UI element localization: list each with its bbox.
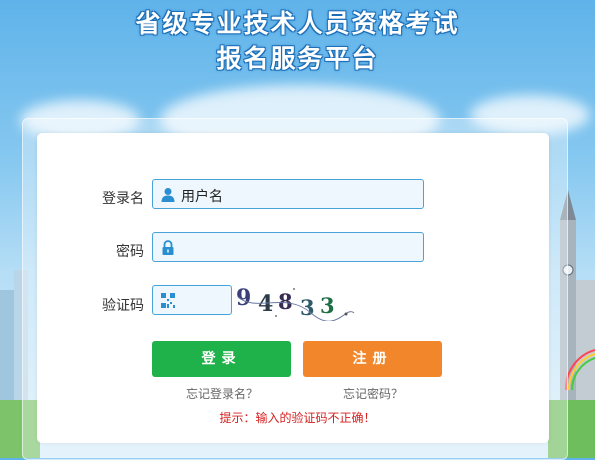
captcha-input[interactable] — [152, 285, 232, 315]
login-button[interactable]: 登录 — [152, 341, 291, 377]
password-label: 密码 — [116, 244, 144, 260]
svg-text:8: 8 — [278, 289, 293, 314]
lock-icon — [162, 240, 174, 255]
captcha-image[interactable]: 9 4 8 3 3 — [236, 283, 356, 321]
username-input[interactable]: 用户名 — [152, 179, 424, 209]
username-value: 用户名 — [181, 189, 223, 205]
page-subtitle: 报名服务平台 — [216, 44, 379, 73]
forgot-username-link[interactable]: 忘记登录名？ — [186, 385, 258, 402]
svg-text:3: 3 — [320, 293, 335, 318]
forgot-password-link[interactable]: 忘记密码？ — [343, 385, 403, 402]
svg-text:9: 9 — [236, 285, 251, 311]
username-label: 登录名 — [102, 191, 144, 207]
error-hint: 提示：输入的验证码不正确！ — [219, 411, 376, 425]
qr-icon — [161, 293, 175, 308]
svg-text:4: 4 — [258, 291, 273, 317]
captcha-label: 验证码 — [102, 298, 144, 314]
register-button[interactable]: 注册 — [303, 341, 442, 377]
page-title: 省级专业技术人员资格考试 — [135, 9, 460, 38]
password-input[interactable] — [152, 232, 424, 262]
user-icon — [161, 188, 175, 202]
